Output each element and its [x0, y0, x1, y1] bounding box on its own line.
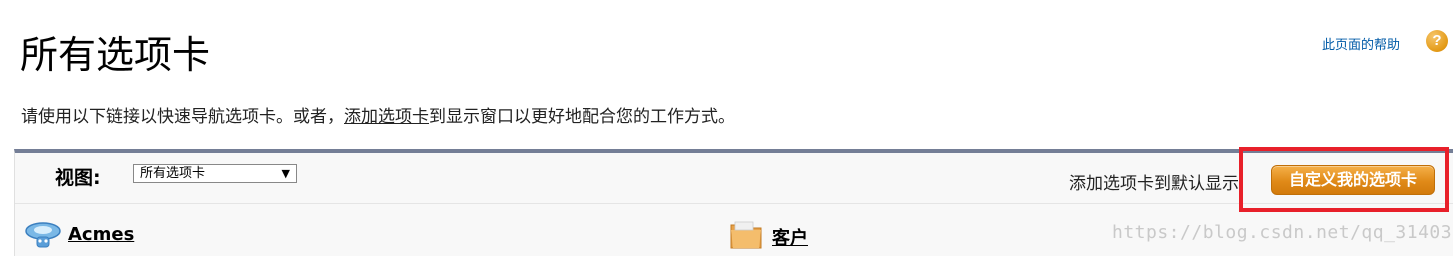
dropdown-arrow-icon: ▼ [281, 167, 290, 180]
intro-text-before: 请使用以下链接以快速导航选项卡。或者， [21, 107, 344, 127]
intro-text: 请使用以下链接以快速导航选项卡。或者，添加选项卡到显示窗口以更好地配合您的工作方… [21, 102, 735, 127]
help-link[interactable]: 此页面的帮助 [1322, 34, 1400, 53]
highlight-annotation [1239, 147, 1449, 212]
view-select-value: 所有选项卡 [140, 166, 206, 181]
add-default-label: 添加选项卡到默认显示 [1069, 174, 1239, 194]
view-select[interactable]: 所有选项卡 ▼ [133, 164, 297, 183]
tab-item-acmes: Acmes [14, 216, 614, 252]
tab-link-customers[interactable]: 客户 [772, 224, 808, 250]
folder-icon [730, 221, 762, 249]
watermark: https://blog.csdn.net/qq_31403321 [1112, 222, 1453, 243]
help-icon[interactable]: ? [1426, 30, 1448, 52]
acme-icon [25, 222, 61, 248]
intro-text-after: 到显示窗口以更好地配合您的工作方式。 [429, 107, 735, 127]
panel-header: 视图: 所有选项卡 ▼ 添加选项卡到默认显示 自定义我的选项卡 [15, 153, 1453, 204]
view-label: 视图: [55, 167, 101, 189]
tab-link-acmes[interactable]: Acmes [68, 224, 134, 245]
add-tab-link[interactable]: 添加选项卡 [344, 107, 429, 127]
page-title: 所有选项卡 [20, 33, 211, 77]
